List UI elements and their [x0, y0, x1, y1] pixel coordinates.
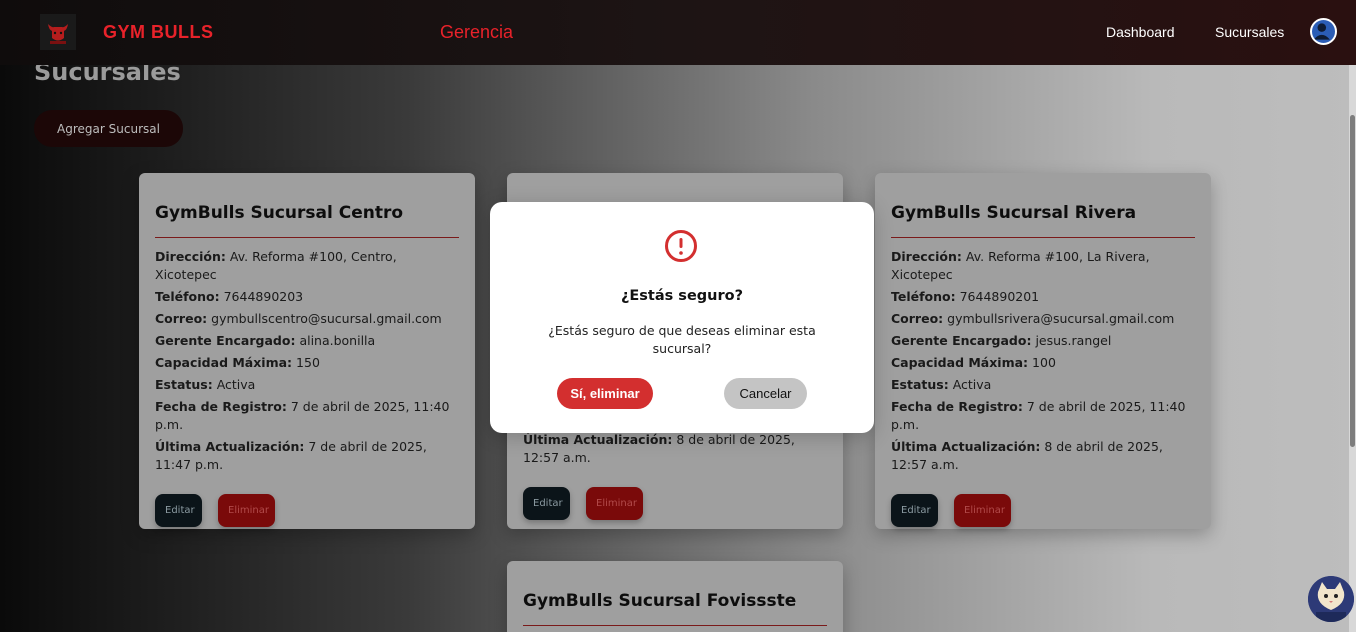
brand-name: GYM BULLS	[103, 22, 214, 42]
top-navbar: GYM BULLS Gerencia Dashboard Sucursales	[0, 0, 1356, 65]
branch-field-updated: Última Actualización: 7 de abril de 2025…	[155, 439, 427, 472]
alert-circle-icon	[665, 230, 697, 262]
branch-field-registered: Fecha de Registro: 7 de abril de 2025, 1…	[155, 399, 450, 432]
delete-button[interactable]: Eliminar	[954, 494, 1011, 527]
cancel-button[interactable]: Cancelar	[724, 378, 807, 409]
branch-card: GymBulls Sucursal Rivera Dirección: Av. …	[875, 173, 1211, 529]
edit-button[interactable]: Editar	[155, 494, 202, 527]
confirm-delete-button[interactable]: Sí, eliminar	[557, 378, 653, 409]
branch-card-title: GymBulls Sucursal Centro	[155, 203, 459, 238]
branch-field-address: Dirección: Av. Reforma #100, Centro, Xic…	[155, 249, 397, 282]
branch-field-email: Correo: gymbullscentro@sucursal.gmail.co…	[155, 311, 442, 326]
delete-button[interactable]: Eliminar	[586, 487, 643, 520]
branch-field-address: Dirección: Av. Reforma #100, La Rivera, …	[891, 249, 1150, 282]
branch-field-updated: Última Actualización: 8 de abril de 2025…	[891, 439, 1163, 472]
branch-field-phone: Teléfono: 7644890201	[891, 289, 1040, 304]
branch-card: GymBulls Sucursal Centro Dirección: Av. …	[139, 173, 475, 529]
branch-field-status: Estatus: Activa	[891, 377, 992, 392]
edit-button[interactable]: Editar	[891, 494, 938, 527]
chat-assistant-icon[interactable]	[1308, 576, 1354, 622]
dialog-message: ¿Estás seguro de que deseas eliminar est…	[548, 323, 816, 356]
branch-field-phone: Teléfono: 7644890203	[155, 289, 304, 304]
delete-button[interactable]: Eliminar	[218, 494, 275, 527]
nav-link-dashboard[interactable]: Dashboard	[1106, 24, 1175, 40]
dialog-title: ¿Estás seguro?	[620, 288, 744, 304]
branch-card-title: GymBulls Sucursal Fovissste	[523, 591, 827, 626]
scrollbar-thumb[interactable]	[1350, 115, 1355, 447]
bull-logo-icon[interactable]	[40, 14, 76, 50]
branch-field-status: Estatus: Activa	[155, 377, 256, 392]
branch-field-capacity: Capacidad Máxima: 100	[891, 355, 1056, 370]
branch-field-registered: Fecha de Registro: 7 de abril de 2025, 1…	[891, 399, 1186, 432]
section-title: Gerencia	[440, 22, 514, 42]
branch-card: GymBulls Sucursal Fovissste	[507, 561, 843, 632]
add-branch-button[interactable]: Agregar Sucursal	[34, 110, 183, 147]
edit-button[interactable]: Editar	[523, 487, 570, 520]
branch-field-email: Correo: gymbullsrivera@sucursal.gmail.co…	[891, 311, 1175, 326]
branch-field-capacity: Capacidad Máxima: 150	[155, 355, 320, 370]
branch-field-updated: Última Actualización: 8 de abril de 2025…	[523, 432, 795, 465]
branch-field-manager: Gerente Encargado: alina.bonilla	[155, 333, 376, 348]
confirm-delete-dialog: ¿Estás seguro? ¿Estás seguro de que dese…	[490, 202, 874, 433]
branch-card-title: GymBulls Sucursal Rivera	[891, 203, 1195, 238]
nav-link-sucursales[interactable]: Sucursales	[1215, 24, 1284, 40]
user-icon[interactable]	[1310, 18, 1337, 45]
branch-field-manager: Gerente Encargado: jesus.rangel	[891, 333, 1112, 348]
